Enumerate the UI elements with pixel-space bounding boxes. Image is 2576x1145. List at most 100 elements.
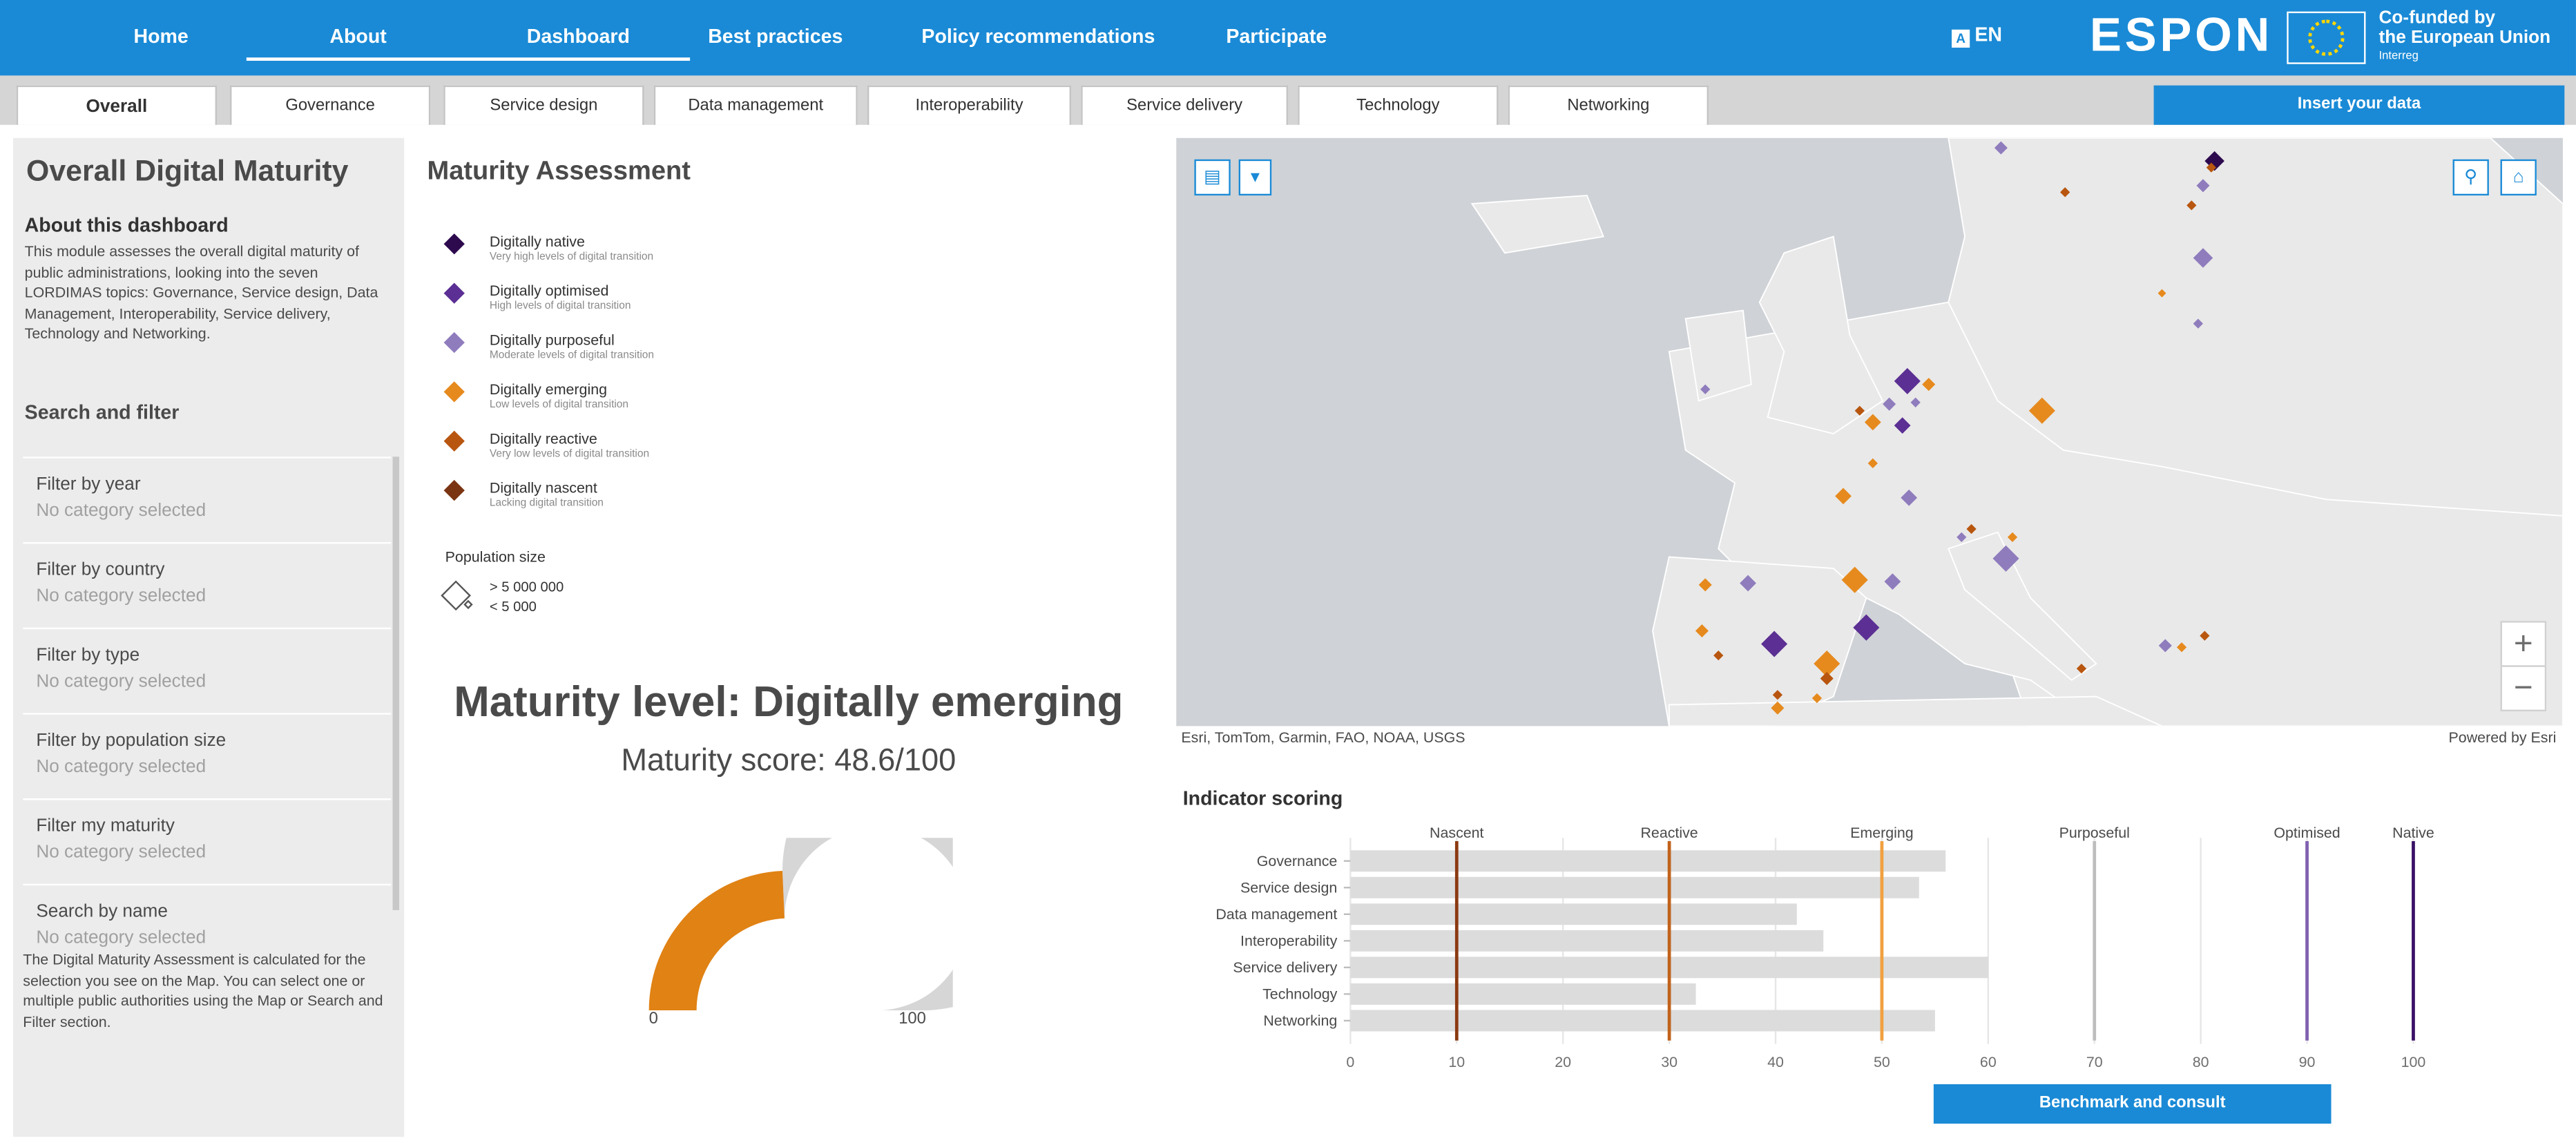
legend-desc: Very low levels of digital transition [489,448,650,461]
maturity-score: Maturity score: 48.6/100 [621,744,957,779]
tab-service-design[interactable]: Service design [443,85,644,125]
legend-label: Digitally nascent [489,479,597,497]
indicator-bar [1350,876,1919,898]
tab-data-management[interactable]: Data management [653,85,858,125]
legend-label: Digitally emerging [489,381,608,398]
filter-type[interactable]: Filter by type No category selected [23,627,392,713]
legend-label: Digitally native [489,233,585,250]
filter-label: Filter by type [36,645,140,666]
indicator-bar [1350,930,1824,952]
indicator-bar [1350,983,1696,1005]
x-tick-label: 0 [1346,1054,1354,1070]
espon-logo: ESPON [2089,10,2274,63]
legend-label: Digitally purposeful [489,331,615,349]
diamond-icon [443,430,465,452]
filter-year[interactable]: Filter by year No category selected [23,456,392,542]
filter-value: No category selected [36,671,206,692]
tab-technology[interactable]: Technology [1298,85,1499,125]
tab-governance[interactable]: Governance [230,85,431,125]
benchmark-consult-button[interactable]: Benchmark and consult [1933,1084,2332,1124]
eu-flag-icon [2287,11,2366,64]
search-filter-heading: Search and filter [24,401,180,424]
nav-dashboard[interactable]: Dashboard [470,0,686,73]
category-label: Service delivery [1233,959,1337,976]
about-heading: About this dashboard [24,213,229,237]
search-icon: ⚲ [2464,167,2478,188]
category-label: Interoperability [1240,932,1338,949]
eu-line-3: Interreg [2378,50,2419,63]
tab-overall[interactable]: Overall [16,85,218,125]
x-tick-label: 10 [1448,1054,1465,1070]
sidebar-footer-text: The Digital Maturity Assessment is calcu… [23,949,393,1032]
threshold-label: Emerging [1850,825,1914,841]
map-credit-esri[interactable]: Powered by Esri [2449,726,2557,749]
map-credit-sources: Esri, TomTom, Garmin, FAO, NOAA, USGS [1181,729,1465,746]
sidebar-scrollbar[interactable] [392,456,400,910]
layer-dropdown-button[interactable]: ▾ [1238,159,1272,196]
tab-networking[interactable]: Networking [1508,85,1709,125]
gauge-track [782,838,953,1010]
europe-map[interactable] [1176,137,2563,727]
nav-policy-recommendations[interactable]: Policy recommendations [920,0,1157,73]
nav-hover-line [246,57,691,61]
tab-service-delivery[interactable]: Service delivery [1081,85,1288,125]
threshold-label: Nascent [1430,825,1484,841]
filter-label: Filter by country [36,560,165,580]
search-by-name[interactable]: Search by name No category selected [23,883,392,950]
x-tick-label: 100 [2401,1054,2426,1070]
language-label: EN [1974,23,2002,46]
land-iceland [1470,195,1605,254]
filter-value: No category selected [36,757,206,778]
zoom-in-button[interactable]: + [2500,621,2547,667]
about-text: This module assesses the overall digital… [24,243,378,342]
x-tick-label: 70 [2086,1054,2103,1070]
indicator-bar [1350,1010,1935,1032]
gauge-max-label: 100 [898,1010,926,1029]
diamond-icon [443,331,465,354]
filter-population-size[interactable]: Filter by population size No category se… [23,713,392,798]
legend-desc: Low levels of digital transition [489,399,629,411]
gauge-min-label: 0 [648,1010,658,1029]
insert-data-button[interactable]: Insert your data [2153,85,2565,125]
category-label: Data management [1215,906,1337,923]
layer-list-button[interactable]: ▤ [1194,159,1231,196]
filter-label: Filter my maturity [36,816,175,836]
language-switcher[interactable]: A EN [1952,23,2002,48]
x-tick-label: 80 [2193,1054,2209,1070]
indicator-scoring-chart: 0 10 20 30 40 50 60 70 80 90 100 Governance Service … [1215,825,2434,1070]
filter-country[interactable]: Filter by country No category selected [23,542,392,628]
indicator-bar [1350,850,1946,872]
map-canvas[interactable] [1176,137,2563,727]
eu-cofunding-label: Co-funded by the European Union Interreg [2379,8,2551,68]
nav-about[interactable]: About [276,0,441,73]
nav-participate[interactable]: Participate [1207,0,1345,73]
map-home-button[interactable]: ⌂ [2500,159,2537,196]
x-tick-label: 90 [2299,1054,2316,1070]
filter-value: No category selected [36,843,206,863]
filter-my-maturity[interactable]: Filter my maturity No category selected [23,798,392,884]
x-tick-label: 20 [1555,1054,1571,1070]
tab-interoperability[interactable]: Interoperability [867,85,1071,125]
legend-label: Digitally reactive [489,430,597,448]
diamond-icon [443,233,465,255]
legend-desc: High levels of digital transition [489,300,631,312]
filter-value: No category selected [36,586,206,606]
nav-best-practices[interactable]: Best practices [677,0,874,73]
maturity-gauge [648,838,953,1010]
x-tick-label: 40 [1767,1054,1784,1070]
nav-home[interactable]: Home [79,0,243,73]
zoom-out-button[interactable]: − [2500,665,2547,712]
category-label: Networking [1263,1012,1337,1029]
diamond-icon [443,381,465,403]
category-label: Governance [1257,853,1338,869]
threshold-label: Reactive [1640,825,1698,841]
filter-label: Filter by year [36,474,141,495]
threshold-label: Native [2392,825,2434,841]
eu-line-2: the European Union [2378,28,2551,48]
category-label: Technology [1262,986,1338,1003]
dashboard-root: Home About Dashboard Best practices Poli… [0,0,2576,1145]
diamond-icon [443,479,465,501]
map-search-button[interactable]: ⚲ [2452,159,2489,196]
filter-label: Filter by population size [36,731,227,751]
filter-value: No category selected [36,928,206,948]
